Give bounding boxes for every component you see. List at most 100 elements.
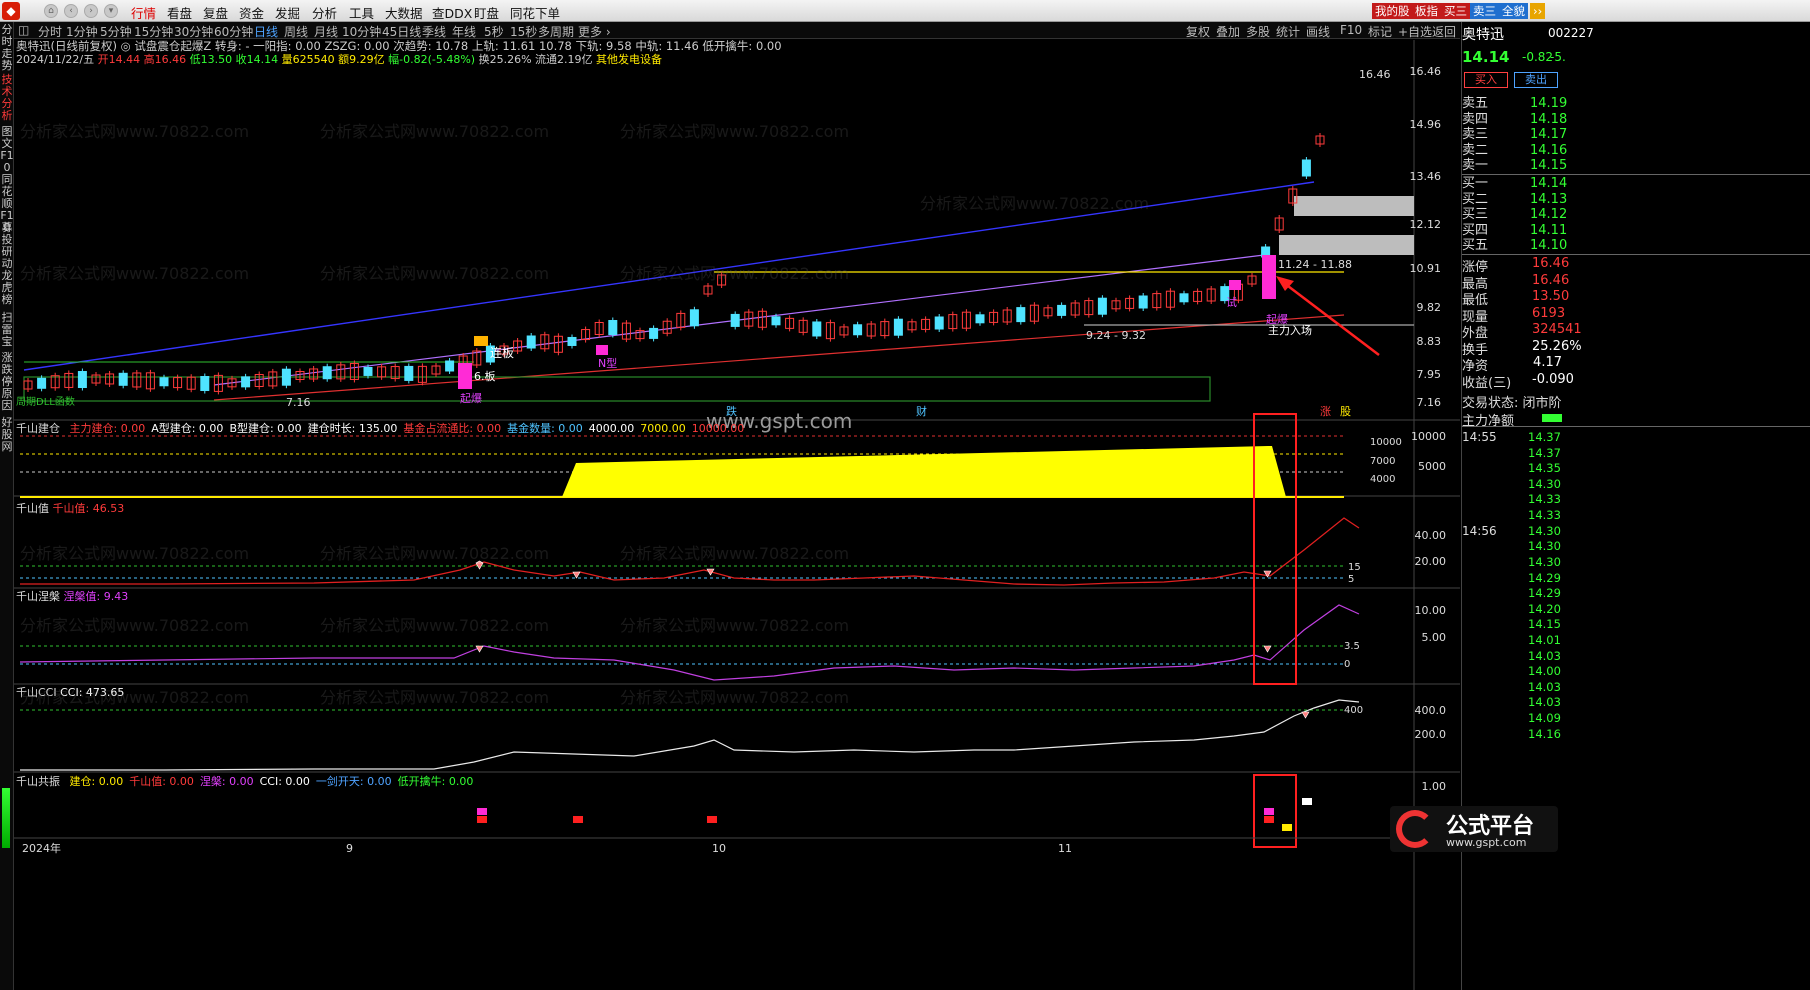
tab-mutou[interactable]: 募投研动 [0,222,14,270]
sell-button[interactable]: 卖出 [1514,72,1558,88]
price-change-pct: -5. [1550,50,1566,64]
zone-box-upper [1294,196,1414,216]
tool-duogu[interactable]: 多股 [1246,23,1270,40]
price-axis-2: 13.46 [1410,170,1442,183]
ind2-header: 千山值 千山值: 46.53 [16,500,124,516]
shi-label: 试 [1226,296,1237,309]
tool-tongji[interactable]: 统计 [1276,23,1300,40]
high-marker: 16.46 [1359,68,1391,81]
ask-price: 14.19 [1530,96,1568,111]
dropdown-icon[interactable]: ▾ [104,4,118,18]
menu-fupan[interactable]: 复盘 [203,3,228,22]
ind5-field: 千山值: 0.00 [129,775,194,788]
scroll-indicator[interactable] [2,788,10,848]
tab-fenshi[interactable]: 分时走势 [0,24,14,72]
buy-button[interactable]: 买入 [1464,72,1508,88]
menu-hangqing[interactable]: 行情 [131,3,156,22]
ind1-axis-2: 5000 [1418,460,1446,473]
tick-price: 14.29 [1528,586,1561,601]
stock-name: 奥特迅 [1462,27,1504,43]
ind2-level-1: 5 [1348,574,1354,585]
ind5-field: CCI: 0.00 [259,775,310,788]
app-window: { "top_menu": { "items": ["行情","看盘","复盘"… [0,0,1810,990]
menu-gongju[interactable]: 工具 [349,3,374,22]
my-stocks-button[interactable]: 我的股 [1372,3,1413,19]
tick-price: 14.03 [1528,648,1561,663]
tool-diejia[interactable]: 叠加 [1216,23,1240,40]
ind4-axis-0: 400.0 [1415,704,1447,717]
tool-huaxian[interactable]: 画线 [1306,23,1330,40]
tool-zixuan[interactable]: +自选 [1398,23,1432,40]
sixban-label: 6.板 [474,369,496,383]
home-icon[interactable]: ⌂ [44,4,58,18]
tab-haogu[interactable]: 好股网 [0,417,14,453]
tab-jishufenxi[interactable]: 技术分析 [0,74,14,122]
stat-value: 25.26% [1532,338,1582,354]
bid-price: 14.13 [1530,191,1568,207]
bid-price: 14.12 [1530,207,1568,222]
ind1-level-1: 7000 [1370,456,1395,467]
tick-price: 14.37 [1528,430,1561,444]
ind4-value: CCI: 473.65 [60,686,125,699]
ind1-level-3: 4000 [1370,474,1395,485]
x-axis-year: 2024年 [22,841,61,855]
price-axis-1: 14.96 [1410,118,1442,131]
menu-fajue[interactable]: 发掘 [275,3,300,22]
forward-icon[interactable]: › [84,4,98,18]
tab-longhubang[interactable]: 龙虎榜 [0,270,14,306]
candle-body [526,335,536,349]
ind1-name: 千山建仓 [16,422,60,435]
tool-fanhui[interactable]: 返回 [1432,23,1456,40]
resonance-mark [1282,824,1292,831]
price-axis-6: 8.83 [1417,335,1442,348]
candle-body [975,314,985,324]
buy3-button[interactable]: 买三 [1441,3,1470,19]
resonance-mark [1264,808,1274,815]
dll-label: 周期DLL函数 [16,395,75,408]
ind5-header: 千山共振 建仓: 0.00 千山值: 0.00 涅槃: 0.00 CCI: 0.00 一… [16,773,473,789]
ask-label: 卖五 [1462,96,1489,111]
overview-button[interactable]: 全貌 [1499,3,1528,19]
kline-chart[interactable]: 16.46 14.96 13.46 12.12 10.91 9.82 8.83 … [14,40,1460,990]
sell3-button[interactable]: 卖三 [1470,3,1499,19]
trade-state: 交易状态: 闭市阶 [1462,392,1562,411]
bid-price: 14.11 [1530,222,1568,238]
candle-body [241,376,251,388]
expand-button[interactable]: ›› [1530,3,1546,19]
ind5-field: 涅槃: 0.00 [199,775,254,788]
tab-saoleibao[interactable]: 扫雷宝 [0,312,14,348]
tool-biaoji[interactable]: 标记 [1368,23,1392,40]
layout-icon[interactable]: ◫ [18,23,29,37]
tab-zhangdieting[interactable]: 涨跌停原因 [0,352,14,412]
stat-value: 6193 [1532,305,1566,321]
menu-fenxi[interactable]: 分析 [312,3,337,22]
low-marker: 7.16 [286,396,311,409]
menu-dashuju[interactable]: 大数据 [385,3,423,22]
candle-body [689,309,699,327]
bid-label: 买一 [1462,176,1489,191]
tool-f10[interactable]: F10 [1340,23,1362,37]
menu-chaddx[interactable]: 查DDX [432,3,472,22]
tick-price: 14.16 [1528,726,1561,741]
ind3-level-0: 3.5 [1344,641,1360,652]
menu-zijin[interactable]: 资金 [239,3,264,22]
ind3-name: 千山涅槃 [16,590,60,603]
menu-dingpan[interactable]: 盯盘 [474,3,499,22]
index-board-button[interactable]: 板指 [1412,3,1441,19]
tool-fuquan[interactable]: 复权 [1186,23,1210,40]
candle-body [934,316,944,330]
tick-time: 14:56 [1462,524,1497,538]
menu-kanpan[interactable]: 看盘 [167,3,192,22]
menu-xiadan[interactable]: 同花下单 [510,3,560,22]
cai-label: 财 [916,404,927,418]
tick-price: 14.00 [1528,664,1561,679]
ind4-level-0: 400 [1344,705,1363,716]
ind2-level-0: 15 [1348,562,1361,573]
resonance-mark [573,816,583,823]
ind1-field: 基金占流通比: 0.00 [403,422,502,435]
ask-label: 卖三 [1462,127,1489,142]
tick-time: 14:55 [1462,430,1497,444]
tick-price: 14.30 [1528,476,1561,491]
tab-tuwen-f10[interactable]: 图文F10 [0,126,14,174]
back-icon[interactable]: ‹ [64,4,78,18]
